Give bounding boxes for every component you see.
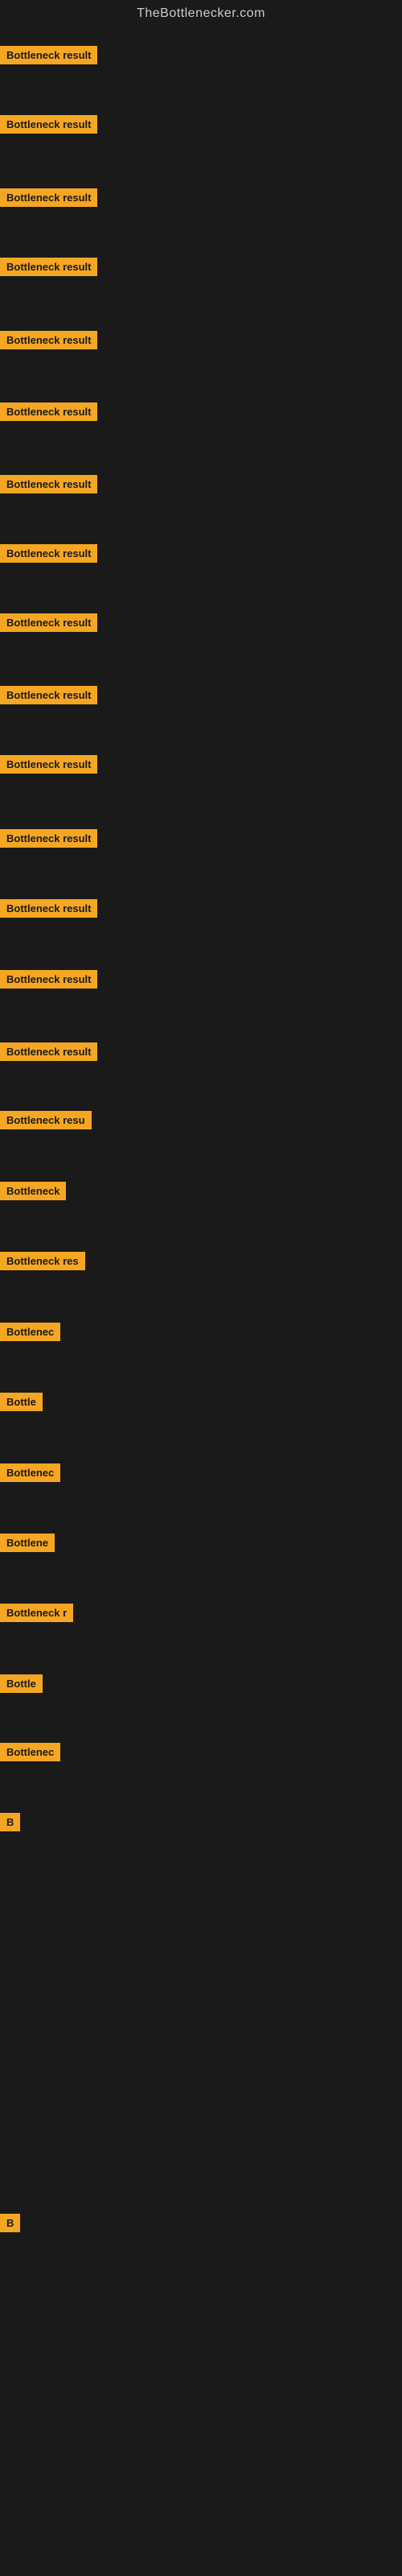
bottleneck-badge: Bottleneck result — [0, 829, 97, 848]
bottleneck-item[interactable]: Bottleneck res — [0, 1252, 85, 1270]
bottleneck-badge: Bottlenec — [0, 1323, 60, 1341]
bottleneck-item[interactable]: Bottleneck result — [0, 402, 97, 421]
bottleneck-badge: Bottleneck result — [0, 686, 97, 704]
bottleneck-item[interactable]: Bottleneck result — [0, 331, 97, 349]
bottleneck-badge: Bottleneck result — [0, 331, 97, 349]
bottleneck-badge: Bottleneck result — [0, 970, 97, 989]
bottleneck-item[interactable]: B — [0, 2214, 20, 2232]
bottleneck-badge: Bottleneck res — [0, 1252, 85, 1270]
bottleneck-item[interactable]: Bottlenec — [0, 1743, 60, 1761]
bottleneck-badge: Bottleneck result — [0, 115, 97, 134]
bottleneck-badge: Bottleneck result — [0, 46, 97, 64]
bottleneck-badge: Bottle — [0, 1393, 43, 1411]
bottleneck-badge: Bottleneck resu — [0, 1111, 92, 1129]
bottleneck-badge: Bottleneck result — [0, 1042, 97, 1061]
bottleneck-badge: Bottleneck result — [0, 613, 97, 632]
bottleneck-item[interactable]: Bottleneck result — [0, 544, 97, 563]
bottleneck-item[interactable]: Bottlenec — [0, 1463, 60, 1482]
bottleneck-item[interactable]: Bottleneck result — [0, 686, 97, 704]
bottleneck-item[interactable]: Bottleneck result — [0, 613, 97, 632]
bottleneck-item[interactable]: Bottleneck result — [0, 188, 97, 207]
bottleneck-item[interactable]: B — [0, 1813, 20, 1831]
bottleneck-item[interactable]: Bottle — [0, 1674, 43, 1693]
bottleneck-badge: Bottlenec — [0, 1743, 60, 1761]
bottleneck-item[interactable]: Bottleneck result — [0, 970, 97, 989]
bottleneck-badge: Bottleneck r — [0, 1604, 73, 1622]
bottleneck-badge: Bottleneck result — [0, 402, 97, 421]
bottleneck-badge: Bottleneck — [0, 1182, 66, 1200]
bottleneck-badge: Bottle — [0, 1674, 43, 1693]
site-title: TheBottlenecker.com — [0, 0, 402, 27]
bottleneck-item[interactable]: Bottle — [0, 1393, 43, 1411]
bottleneck-badge: Bottleneck result — [0, 188, 97, 207]
bottleneck-item[interactable]: Bottleneck result — [0, 46, 97, 64]
bottleneck-badge: B — [0, 2214, 20, 2232]
bottleneck-item[interactable]: Bottleneck result — [0, 258, 97, 276]
bottleneck-badge: Bottlene — [0, 1534, 55, 1552]
bottleneck-badge: B — [0, 1813, 20, 1831]
bottleneck-badge: Bottleneck result — [0, 544, 97, 563]
bottleneck-item[interactable]: Bottleneck — [0, 1182, 66, 1200]
bottleneck-item[interactable]: Bottleneck resu — [0, 1111, 92, 1129]
bottleneck-item[interactable]: Bottleneck result — [0, 829, 97, 848]
bottleneck-item[interactable]: Bottlene — [0, 1534, 55, 1552]
bottleneck-badge: Bottleneck result — [0, 475, 97, 493]
bottleneck-item[interactable]: Bottleneck result — [0, 115, 97, 134]
bottleneck-item[interactable]: Bottleneck result — [0, 755, 97, 774]
bottleneck-item[interactable]: Bottleneck result — [0, 475, 97, 493]
bottleneck-item[interactable]: Bottleneck result — [0, 899, 97, 918]
bottleneck-item[interactable]: Bottleneck r — [0, 1604, 73, 1622]
bottleneck-badge: Bottlenec — [0, 1463, 60, 1482]
bottleneck-item[interactable]: Bottlenec — [0, 1323, 60, 1341]
bottleneck-badge: Bottleneck result — [0, 258, 97, 276]
bottleneck-badge: Bottleneck result — [0, 899, 97, 918]
bottleneck-item[interactable]: Bottleneck result — [0, 1042, 97, 1061]
bottleneck-badge: Bottleneck result — [0, 755, 97, 774]
